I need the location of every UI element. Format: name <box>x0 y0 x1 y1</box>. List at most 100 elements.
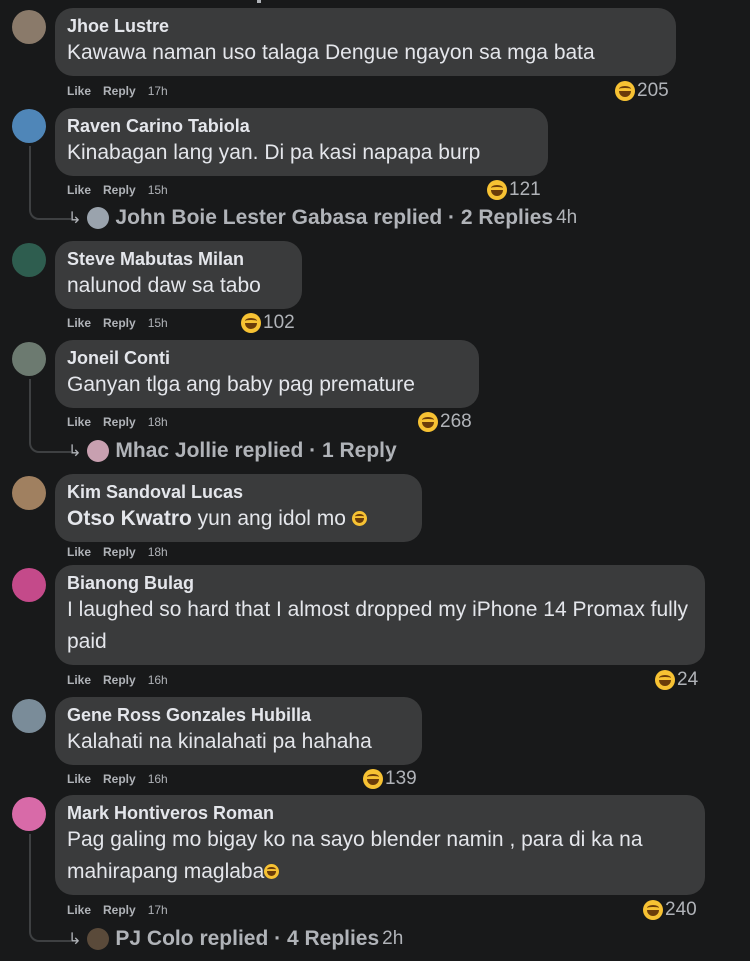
replier-avatar <box>87 440 110 462</box>
reaction-number: 24 <box>677 669 699 690</box>
avatar[interactable] <box>12 568 46 602</box>
comment-bubble: Jhoe Lustre Kawawa naman uso talaga Deng… <box>55 8 676 76</box>
comment-bubble: Joneil Conti Ganyan tlga ang baby pag pr… <box>55 340 479 408</box>
comment-bubble: Raven Carino Tabiola Kinabagan lang yan.… <box>55 108 548 176</box>
comment-text: Pag galing mo bigay ko na sayo blender n… <box>67 824 693 888</box>
avatar[interactable] <box>12 699 46 733</box>
avatar[interactable] <box>12 243 46 277</box>
like-button[interactable]: Like <box>67 772 91 786</box>
reply-button[interactable]: Reply <box>103 903 136 917</box>
haha-emoji-icon <box>351 511 367 526</box>
replier-name: Mhac Jollie <box>115 439 229 462</box>
haha-emoji-icon <box>241 313 261 333</box>
comment-actions: Like Reply 16h <box>67 673 180 687</box>
replies-label: replied · 1 Reply <box>234 439 397 462</box>
reaction-count[interactable]: 205 <box>615 80 669 102</box>
comment-time[interactable]: 16h <box>148 673 168 687</box>
comment-actions: Like Reply 17h <box>67 903 180 917</box>
comment-author[interactable]: Gene Ross Gonzales Hubilla <box>67 704 410 726</box>
avatar[interactable] <box>12 342 46 376</box>
reaction-count[interactable]: 121 <box>487 179 541 201</box>
comment-bubble: Bianong Bulag I laughed so hard that I a… <box>55 565 705 665</box>
reply-button[interactable]: Reply <box>103 545 136 559</box>
view-replies-link[interactable]: ↳ Mhac Jollie replied · 1 Reply <box>68 439 397 463</box>
comment-text: nalunod daw sa tabo <box>67 274 261 297</box>
comment-time[interactable]: 16h <box>148 772 168 786</box>
replies-time: 2h <box>382 928 404 949</box>
reply-button[interactable]: Reply <box>103 673 136 687</box>
scroll-remnant <box>257 0 261 3</box>
comment-text: Ganyan tlga ang baby pag premature <box>67 373 415 396</box>
reply-arrow-icon: ↳ <box>68 931 82 948</box>
comment-time[interactable]: 18h <box>148 545 168 559</box>
comment-text: Kalahati na kinalahati pa hahaha <box>67 730 372 753</box>
avatar[interactable] <box>12 10 46 44</box>
like-button[interactable]: Like <box>67 673 91 687</box>
reply-button[interactable]: Reply <box>103 183 136 197</box>
comment-actions: Like Reply 18h <box>67 545 180 559</box>
avatar[interactable] <box>12 476 46 510</box>
replies-label: replied · 4 Replies <box>199 927 380 950</box>
comment-author[interactable]: Bianong Bulag <box>67 572 693 594</box>
reaction-count[interactable]: 240 <box>643 899 697 921</box>
comment-text: Otso Kwatro yun ang idol mo <box>67 503 410 535</box>
reaction-number: 205 <box>637 80 669 101</box>
view-replies-link[interactable]: ↳ John Boie Lester Gabasa replied · 2 Re… <box>68 206 577 230</box>
haha-emoji-icon <box>655 670 675 690</box>
reaction-count[interactable]: 139 <box>363 768 417 790</box>
haha-emoji-icon <box>615 81 635 101</box>
comment-bubble: Mark Hontiveros Roman Pag galing mo biga… <box>55 795 705 895</box>
reply-button[interactable]: Reply <box>103 84 136 98</box>
reaction-count[interactable]: 268 <box>418 411 472 433</box>
replier-name: PJ Colo <box>115 927 194 950</box>
reaction-count[interactable]: 24 <box>655 669 698 691</box>
like-button[interactable]: Like <box>67 903 91 917</box>
avatar[interactable] <box>12 109 46 143</box>
like-button[interactable]: Like <box>67 84 91 98</box>
comment-bubble: Steve Mabutas Milan nalunod daw sa tabo <box>55 241 302 309</box>
haha-emoji-icon <box>487 180 507 200</box>
view-replies-link[interactable]: ↳ PJ Colo replied · 4 Replies 2h <box>68 927 403 951</box>
comment-author[interactable]: Raven Carino Tabiola <box>67 115 536 137</box>
like-button[interactable]: Like <box>67 545 91 559</box>
reply-button[interactable]: Reply <box>103 316 136 330</box>
replier-avatar <box>87 207 110 229</box>
comment-text: Kinabagan lang yan. Di pa kasi napapa bu… <box>67 141 481 164</box>
comment-actions: Like Reply 18h <box>67 415 180 429</box>
reaction-number: 139 <box>385 768 417 789</box>
comment-text: Kawawa naman uso talaga Dengue ngayon sa… <box>67 41 595 64</box>
mention-bold-text[interactable]: Otso Kwatro <box>67 507 192 530</box>
reaction-number: 121 <box>509 179 541 200</box>
like-button[interactable]: Like <box>67 415 91 429</box>
comment-actions: Like Reply 16h <box>67 772 180 786</box>
comment-bubble: Kim Sandoval Lucas Otso Kwatro yun ang i… <box>55 474 422 542</box>
comment-text: I laughed so hard that I almost dropped … <box>67 598 689 653</box>
like-button[interactable]: Like <box>67 183 91 197</box>
comment-actions: Like Reply 17h <box>67 84 180 98</box>
reaction-count[interactable]: 102 <box>241 312 295 334</box>
comment-time[interactable]: 15h <box>148 316 168 330</box>
comment-author[interactable]: Kim Sandoval Lucas <box>67 481 410 503</box>
reaction-number: 102 <box>263 312 295 333</box>
avatar[interactable] <box>12 797 46 831</box>
comment-author[interactable]: Mark Hontiveros Roman <box>67 802 693 824</box>
reply-button[interactable]: Reply <box>103 772 136 786</box>
comment-time[interactable]: 15h <box>148 183 168 197</box>
comment-time[interactable]: 17h <box>148 84 168 98</box>
comment-time[interactable]: 17h <box>148 903 168 917</box>
haha-emoji-icon <box>643 900 663 920</box>
comment-text-rest: yun ang idol mo <box>191 507 346 530</box>
comment-author[interactable]: Jhoe Lustre <box>67 15 664 37</box>
haha-emoji-icon <box>264 864 280 879</box>
reply-arrow-icon: ↳ <box>68 210 82 227</box>
replies-label: replied · 2 Replies <box>373 206 554 229</box>
reaction-number: 268 <box>440 411 472 432</box>
reply-button[interactable]: Reply <box>103 415 136 429</box>
like-button[interactable]: Like <box>67 316 91 330</box>
comment-author[interactable]: Joneil Conti <box>67 347 467 369</box>
comment-time[interactable]: 18h <box>148 415 168 429</box>
comment-author[interactable]: Steve Mabutas Milan <box>67 248 290 270</box>
reply-arrow-icon: ↳ <box>68 443 82 460</box>
replier-name: John Boie Lester Gabasa <box>115 206 368 229</box>
comment-text-body: Pag galing mo bigay ko na sayo blender n… <box>67 828 643 883</box>
